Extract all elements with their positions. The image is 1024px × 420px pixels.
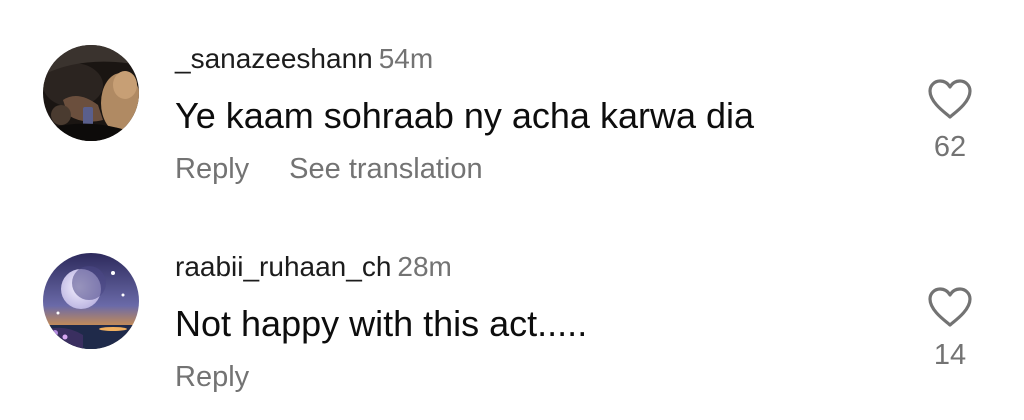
avatar-car-interior-image (43, 45, 139, 141)
avatar[interactable] (43, 253, 139, 349)
see-translation-button[interactable]: See translation (289, 153, 482, 185)
comment-text: Ye kaam sohraab ny acha karwa dia (175, 95, 755, 136)
avatar[interactable] (43, 45, 139, 141)
comment-item: raabii_ruhaan_ch 28m Not happy with this … (0, 248, 1024, 408)
like-control: 62 (926, 78, 974, 164)
avatar-moon-night-image (43, 253, 139, 349)
reply-button[interactable]: Reply (175, 153, 249, 185)
heart-outline-icon[interactable] (927, 286, 973, 328)
comment-item: _sanazeeshann 54m Ye kaam sohraab ny acha… (0, 40, 1024, 200)
reply-button[interactable]: Reply (175, 361, 249, 393)
username[interactable]: raabii_ruhaan_ch (175, 251, 391, 282)
like-count: 14 (933, 339, 967, 371)
like-count: 62 (933, 131, 967, 163)
like-control: 14 (926, 286, 974, 372)
timestamp: 54m (378, 43, 434, 74)
comment-header: _sanazeeshann 54m (175, 42, 433, 76)
heart-outline-icon[interactable] (927, 78, 973, 120)
comment-actions: Reply See translation (175, 152, 483, 186)
comment-actions: Reply (175, 360, 249, 394)
timestamp: 28m (397, 251, 452, 282)
comment-header: raabii_ruhaan_ch 28m (175, 250, 452, 284)
comment-text: Not happy with this act..... (175, 303, 588, 344)
username[interactable]: _sanazeeshann (175, 43, 373, 74)
